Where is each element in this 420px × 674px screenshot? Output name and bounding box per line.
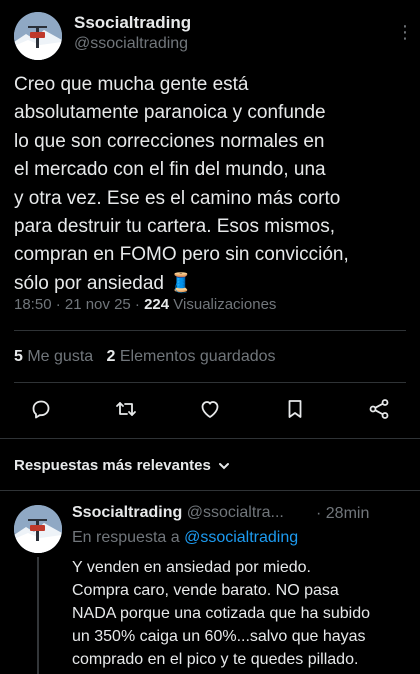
in-reply-to: En respuesta a @ssocialtrading <box>72 529 298 547</box>
author-handle[interactable]: @ssocialtrading <box>74 35 188 53</box>
tweet-text: Creo que mucha gente está absolutamente … <box>14 71 414 298</box>
reply-author-name[interactable]: Ssocialtrading <box>72 504 182 521</box>
in-reply-to-prefix: En respuesta a <box>72 529 185 546</box>
share-icon[interactable] <box>364 394 394 424</box>
more-options-button[interactable]: ⋮ <box>396 22 415 43</box>
author-name[interactable]: Ssocialtrading <box>74 13 191 33</box>
reply-author-handle[interactable]: @ssocialtra... <box>187 504 284 521</box>
tweet-stats: 5 Me gusta 2 Elementos guardados <box>14 348 276 366</box>
tweet-meta: 18:50 · 21 nov 25 · 224 Visualizaciones <box>14 296 276 313</box>
tweet-timestamp[interactable]: 18:50 · 21 nov 25 · <box>14 296 144 313</box>
tweet-text-content: Creo que mucha gente está absolutamente … <box>14 74 349 294</box>
thread-line <box>37 557 39 674</box>
divider <box>14 382 406 383</box>
replies-sort-dropdown[interactable]: Respuestas más relevantes <box>14 457 231 474</box>
in-reply-to-link[interactable]: @ssocialtrading <box>184 529 298 546</box>
replies-sort-label: Respuestas más relevantes <box>14 457 211 474</box>
divider <box>14 330 406 331</box>
reply-avatar[interactable] <box>14 505 62 553</box>
divider <box>0 438 420 439</box>
chevron-down-icon <box>218 462 229 469</box>
thread-emoji: 🧵 <box>169 272 193 294</box>
likes-stat[interactable]: 5 Me gusta <box>14 348 93 365</box>
retweet-icon[interactable] <box>111 394 141 424</box>
reply-header: Ssocialtrading @ssocialtra... <box>72 504 284 522</box>
like-icon[interactable] <box>195 394 225 424</box>
author-avatar[interactable] <box>14 12 62 60</box>
reply-icon[interactable] <box>26 394 56 424</box>
bookmark-icon[interactable] <box>280 394 310 424</box>
views-count: 224 <box>144 296 170 313</box>
reply-timestamp[interactable]: · 28min <box>316 505 369 523</box>
divider <box>0 490 420 491</box>
views-label: Visualizaciones <box>169 296 277 313</box>
likes-count: 5 <box>14 348 23 365</box>
action-bar <box>26 394 394 424</box>
reply-text: Y venden en ansiedad por miedo. Compra c… <box>72 559 370 668</box>
bookmarks-stat[interactable]: 2 Elementos guardados <box>107 348 276 365</box>
bookmarks-label: Elementos guardados <box>115 348 276 365</box>
likes-label: Me gusta <box>22 348 94 365</box>
